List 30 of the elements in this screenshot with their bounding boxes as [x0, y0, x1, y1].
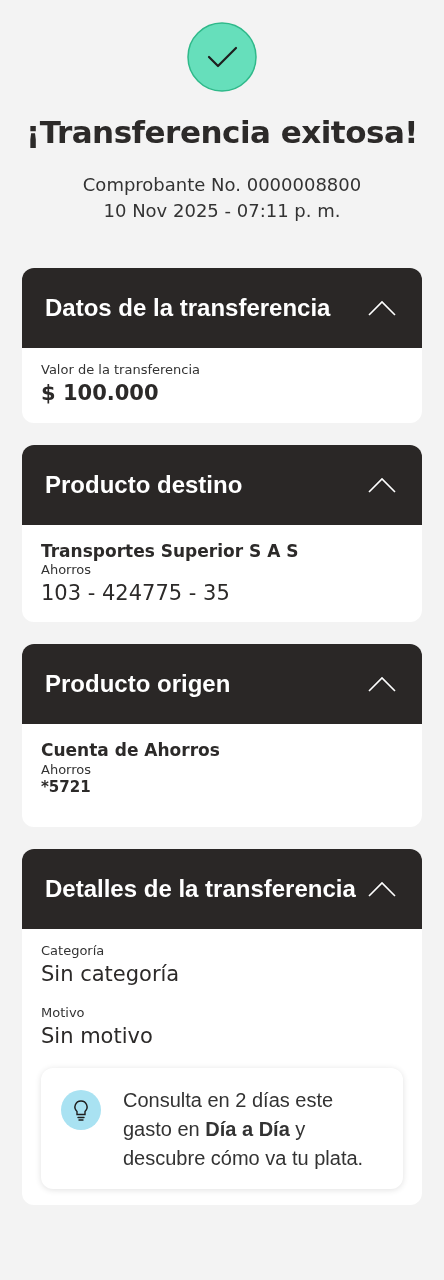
- card-title: Detalles de la transferencia: [45, 874, 356, 903]
- field-value: Sin motivo: [41, 1023, 153, 1050]
- lightbulb-icon: [61, 1089, 101, 1130]
- field-label: Ahorros: [41, 561, 91, 578]
- card-header[interactable]: Producto destino: [22, 444, 422, 525]
- chevron-up-icon[interactable]: [368, 476, 396, 493]
- card-header[interactable]: Producto origen: [22, 644, 422, 725]
- account-holder: Cuenta de Ahorros: [41, 740, 220, 762]
- checkmark-icon: [187, 22, 257, 92]
- account-number: 103 - 424775 - 35: [41, 580, 230, 607]
- chevron-up-icon[interactable]: [368, 300, 396, 316]
- date-time: 10 Nov 2025 - 07:11 p. m.: [102, 199, 342, 223]
- card-header[interactable]: Datos de la transferencia: [22, 268, 422, 348]
- amount-value: $ 100.000: [41, 380, 159, 407]
- card-header[interactable]: Detalles de la transferencia: [22, 848, 422, 929]
- card-title: Datos de la transferencia: [45, 294, 331, 322]
- field-label: Categoría: [41, 942, 105, 959]
- account-number: *5721: [41, 777, 91, 797]
- receipt-number: Comprobante No. 0000008800: [81, 173, 363, 197]
- card-title: Producto destino: [45, 470, 243, 499]
- account-holder: Transportes Superior S A S: [41, 540, 299, 562]
- chevron-up-icon[interactable]: [368, 880, 396, 897]
- tip-text: Consulta en 2 días este gasto en Día a Día y descubre cómo va tu plata.: [123, 1087, 365, 1171]
- field-label: Motivo: [41, 1005, 85, 1022]
- field-value: Sin categoría: [41, 960, 180, 987]
- card-title: Producto origen: [45, 670, 231, 699]
- chevron-up-icon[interactable]: [368, 676, 396, 693]
- page-title: ¡Transferencia exitosa!: [25, 114, 419, 150]
- field-label: Valor de la transferencia: [41, 362, 200, 379]
- field-label: Ahorros: [41, 761, 91, 778]
